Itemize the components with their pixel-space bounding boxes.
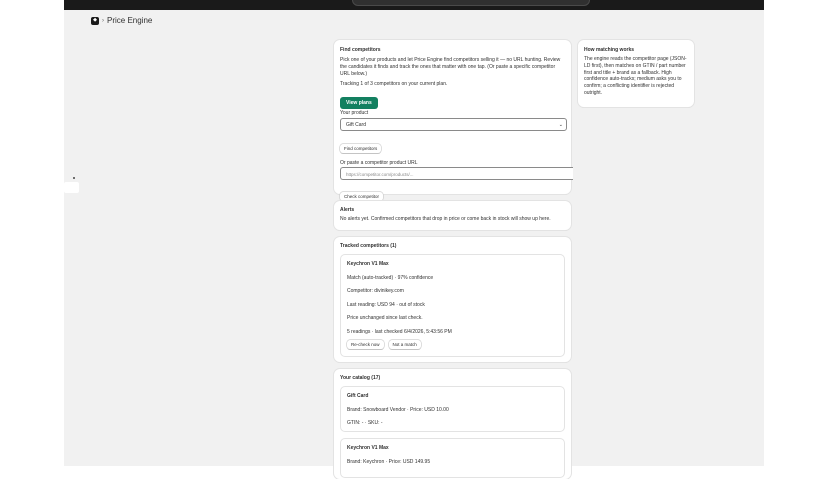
your-product-label: Your product <box>340 110 369 116</box>
not-a-match-button[interactable]: Not a match <box>388 339 421 349</box>
chevron-right-icon: › <box>102 17 104 24</box>
right-gutter <box>764 0 828 466</box>
recheck-now-button[interactable]: Re-check now <box>347 339 384 349</box>
view-plans-button[interactable]: View plans <box>340 97 378 109</box>
alerts-card: Alerts No alerts yet. Confirmed competit… <box>334 201 571 230</box>
matching-text: The engine reads the competitor page (JS… <box>584 56 687 96</box>
app-title[interactable]: Price Engine <box>107 16 152 25</box>
catalog-card: Your catalog (17) Gift Card Brand: Snowb… <box>334 369 571 479</box>
product-select-value: Gift Card <box>346 122 367 128</box>
tracking-status: Tracking 1 of 3 competitors on your curr… <box>340 81 448 87</box>
nav-dot <box>73 177 75 179</box>
competitor-url-input[interactable]: https://competitor.com/products/... <box>340 167 573 180</box>
find-competitors-heading: Find competitors <box>340 47 381 53</box>
matching-heading: How matching works <box>584 47 635 53</box>
left-gutter <box>0 0 64 466</box>
check-competitor-button[interactable]: Check competitor <box>340 192 384 201</box>
find-competitors-card: Find competitors Pick one of your produc… <box>334 40 573 201</box>
alerts-heading: Alerts <box>340 207 355 213</box>
catalog-item: Keychron V1 Max Brand: Keychron · Price:… <box>340 438 565 478</box>
catalog-item-ids: GTIN: - · SKU: - <box>347 420 383 426</box>
catalog-item-brand-price: Brand: Keychron · Price: USD 149.95 <box>347 458 431 465</box>
search-bar[interactable] <box>352 0 590 6</box>
tracked-item: Keychron V1 Max Match (auto-tracked) · 9… <box>340 254 565 357</box>
product-select[interactable]: Gift Card ⌄ <box>340 118 567 131</box>
catalog-heading: Your catalog (17) <box>340 375 381 381</box>
catalog-item: Gift Card Brand: Snowboard Vendor · Pric… <box>340 386 565 432</box>
alerts-text: No alerts yet. Confirmed competitors tha… <box>340 216 551 222</box>
tracked-competitors-card: Tracked competitors (1) Keychron V1 Max … <box>334 237 571 362</box>
tracked-item-readings: 5 readings · last checked 6/4/2026, 5:43… <box>347 328 452 335</box>
chevron-down-icon: ⌄ <box>558 122 563 128</box>
find-competitors-description: Pick one of your products and let Price … <box>340 57 561 77</box>
find-competitors-button[interactable]: Find competitors <box>340 144 382 153</box>
matching-info-card: How matching works The engine reads the … <box>578 40 694 107</box>
app-icon[interactable]: ◆ <box>91 16 99 25</box>
or-paste-label: Or paste a competitor product URL <box>340 160 418 166</box>
tracked-heading: Tracked competitors (1) <box>340 243 397 249</box>
nav-collapsed-button[interactable] <box>64 182 79 193</box>
admin-nav-strip <box>64 10 84 466</box>
app-title-bar: ◆ › Price Engine <box>91 16 152 25</box>
